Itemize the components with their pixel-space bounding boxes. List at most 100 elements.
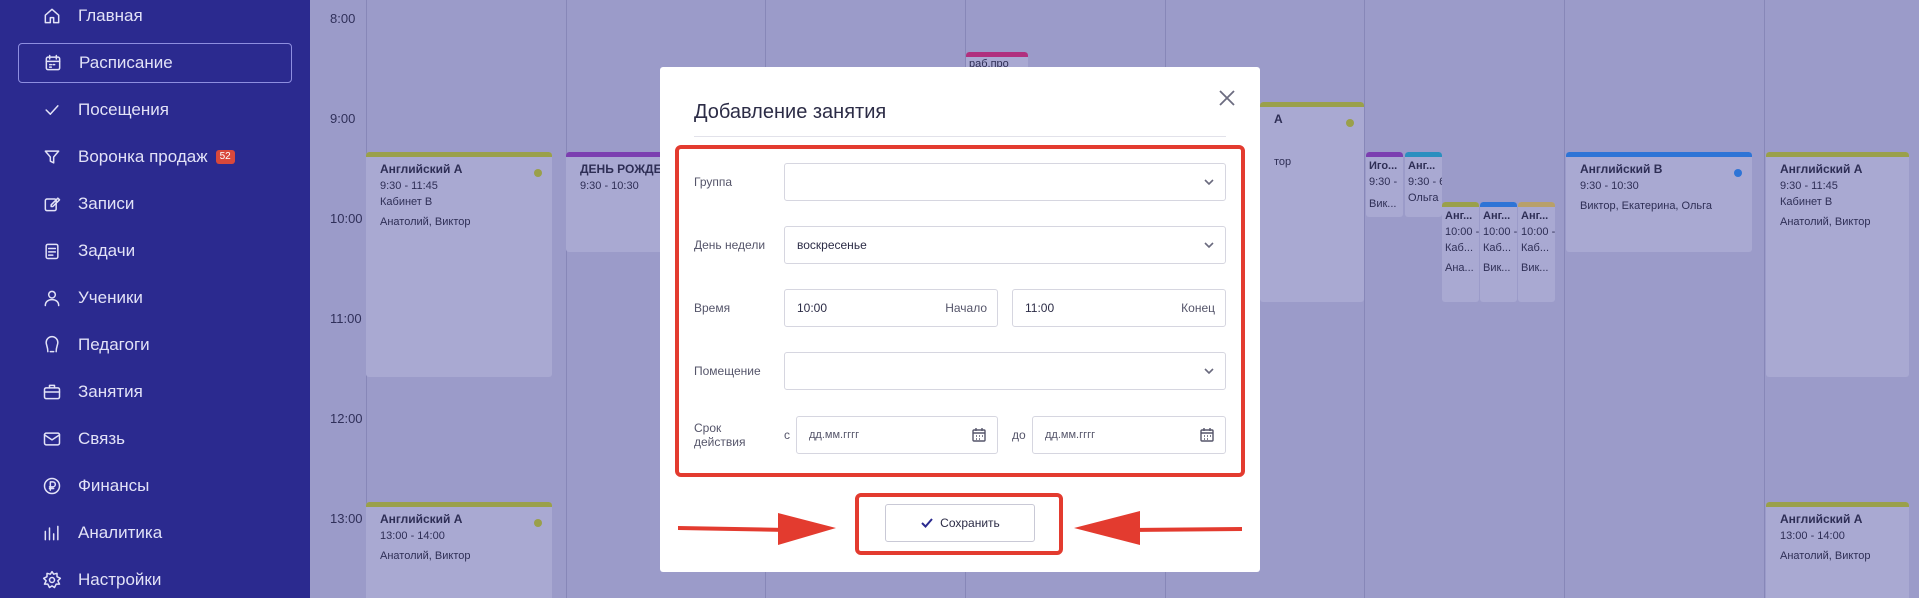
mail-icon (40, 427, 64, 451)
home-icon (40, 4, 64, 28)
lesson-event[interactable]: Анг... 10:00 - Каб... Вик... (1480, 202, 1517, 302)
lesson-event[interactable]: Анг... 9:30 - 6 Ольга (1405, 152, 1442, 217)
status-dot (1346, 119, 1354, 127)
day-column[interactable] (1364, 0, 1365, 598)
sidebar-item-schedule[interactable]: Расписание (18, 43, 292, 83)
event-people: Анатолий, Виктор (380, 550, 471, 562)
teacher-icon (40, 333, 64, 357)
funnel-icon (40, 145, 64, 169)
event-color-bar (1766, 502, 1909, 507)
sidebar-item-analytics[interactable]: Аналитика (18, 513, 292, 553)
time-label: 8:00 (330, 11, 356, 26)
lesson-event[interactable]: Анг... 10:00 - Каб... Вик... (1518, 202, 1555, 302)
lesson-event[interactable]: Английский А 9:30 - 11:45 Кабинет В Анат… (1766, 152, 1909, 377)
close-icon (1219, 90, 1235, 106)
lesson-event[interactable]: А тор (1260, 102, 1364, 302)
event-title: Английский А (380, 512, 463, 526)
lesson-event[interactable]: Иго... 9:30 - Вик... (1366, 152, 1403, 217)
event-room: Каб... (1521, 242, 1549, 254)
sidebar-item-label: Посещения (78, 100, 169, 119)
event-time: 9:30 - (1369, 176, 1398, 188)
event-title: Анг... (1521, 210, 1549, 222)
event-color-bar (1366, 152, 1403, 157)
event-people: Ана... (1445, 262, 1474, 274)
time-label: 12:00 (330, 411, 363, 426)
day-column[interactable] (566, 0, 567, 598)
event-title: Иго... (1369, 160, 1398, 172)
event-room: Кабинет В (1780, 196, 1833, 208)
sidebar-item-label: Связь (78, 429, 125, 448)
event-time: 13:00 - 14:00 (380, 530, 445, 542)
sidebar-item-tasks[interactable]: Задачи (18, 231, 292, 271)
sidebar-item-label: Записи (78, 194, 135, 213)
sidebar-item-label: Воронка продаж (78, 147, 208, 166)
event-people: Вик... (1483, 262, 1511, 274)
save-highlight-box (855, 493, 1063, 555)
event-people: Анатолий, Виктор (1780, 550, 1871, 562)
tasks-icon (40, 239, 64, 263)
gear-icon (40, 568, 64, 592)
event-color-bar (1766, 152, 1909, 157)
close-button[interactable] (1216, 87, 1238, 109)
event-color-bar (1260, 102, 1364, 107)
event-title: ДЕНЬ РОЖДЕ (580, 162, 662, 176)
sidebar-item-label: Настройки (78, 570, 162, 589)
event-people: Ольга (1408, 192, 1439, 204)
lesson-event[interactable]: Английский А 13:00 - 14:00 Анатолий, Вик… (1766, 502, 1909, 598)
lesson-event[interactable]: Английский А 13:00 - 14:00 Анатолий, Вик… (366, 502, 552, 598)
divider (694, 136, 1226, 137)
event-time: 9:30 - 6 (1408, 176, 1442, 188)
sidebar-item-records[interactable]: Записи (18, 184, 292, 224)
user-icon (40, 286, 64, 310)
analytics-icon (40, 521, 64, 545)
funnel-badge: 52 (215, 150, 235, 164)
sidebar-item-label: Расписание (79, 53, 173, 72)
coin-icon (40, 474, 64, 498)
sidebar-item-students[interactable]: Ученики (18, 278, 292, 318)
lesson-event[interactable]: Английский В 9:30 - 10:30 Виктор, Екатер… (1566, 152, 1752, 252)
event-color-bar (366, 502, 552, 507)
event-time: 13:00 - 14:00 (1780, 530, 1845, 542)
calendar-icon (41, 51, 65, 75)
event-title: Анг... (1483, 210, 1511, 222)
event-time: 9:30 - 10:30 (1580, 180, 1639, 192)
sidebar-item-settings[interactable]: Настройки (18, 560, 292, 598)
sidebar-item-communication[interactable]: Связь (18, 419, 292, 459)
event-time: 10:00 - (1521, 226, 1555, 238)
event-people: Анатолий, Виктор (1780, 216, 1871, 228)
sidebar-item-label: Ученики (78, 288, 143, 307)
sidebar-item-lessons[interactable]: Занятия (18, 372, 292, 412)
arrow-right-icon (678, 513, 836, 545)
event-people: Виктор, Екатерина, Ольга (1580, 200, 1713, 212)
lesson-event[interactable]: Анг... 10:00 - Каб... Ана... (1442, 202, 1479, 302)
event-title: Английский А (380, 162, 463, 176)
event-time: 10:00 - (1483, 226, 1517, 238)
event-time: 9:30 - 11:45 (1780, 180, 1838, 192)
sidebar-item-label: Финансы (78, 476, 150, 495)
event-title: А (1274, 112, 1283, 126)
sidebar-item-finance[interactable]: Финансы (18, 466, 292, 506)
time-label: 9:00 (330, 111, 356, 126)
event-people: тор (1274, 156, 1292, 168)
event-color-bar (366, 152, 552, 157)
sidebar-item-teachers[interactable]: Педагоги (18, 325, 292, 365)
event-color-bar (1480, 202, 1517, 207)
sidebar-item-attendance[interactable]: Посещения (18, 90, 292, 130)
briefcase-icon (40, 380, 64, 404)
arrow-left-icon (1074, 511, 1242, 545)
status-dot (534, 169, 542, 177)
sidebar-item-home[interactable]: Главная (18, 0, 292, 36)
sidebar-item-sales-funnel[interactable]: Воронка продаж 52 (18, 137, 292, 177)
time-label: 10:00 (330, 211, 363, 226)
status-dot (534, 519, 542, 527)
edit-icon (40, 192, 64, 216)
sidebar-item-label: Главная (78, 6, 143, 25)
sidebar-item-label: Педагоги (78, 335, 150, 354)
day-column[interactable] (1564, 0, 1565, 598)
event-title: Анг... (1408, 160, 1436, 172)
day-column[interactable] (1764, 0, 1765, 598)
event-color-bar (1405, 152, 1442, 157)
event-time: 9:30 - 11:45 (380, 180, 438, 192)
lesson-event[interactable]: Английский А 9:30 - 11:45 Кабинет В Анат… (366, 152, 552, 377)
event-time: 10:00 - (1445, 226, 1479, 238)
